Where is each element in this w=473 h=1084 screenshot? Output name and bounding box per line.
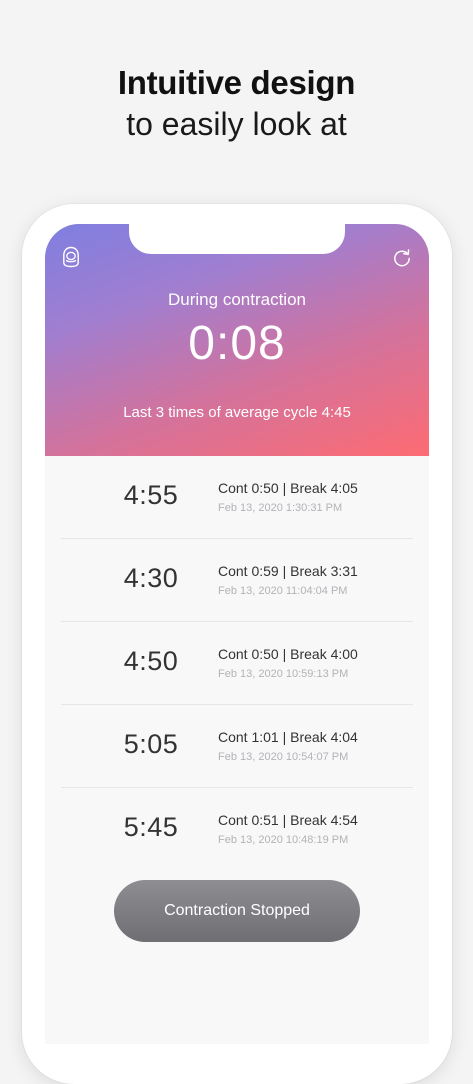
baby-icon[interactable] xyxy=(62,246,80,268)
headline-subtitle: to easily look at xyxy=(126,106,347,142)
app-screen: During contraction 0:08 Last 3 times of … xyxy=(45,224,429,1044)
refresh-icon[interactable] xyxy=(392,248,412,268)
contraction-detail: Cont 0:50 | Break 4:05 xyxy=(218,480,358,496)
phone-notch xyxy=(129,224,345,254)
contraction-detail: Cont 0:59 | Break 3:31 xyxy=(218,563,358,579)
record-timestamp: Feb 13, 2020 1:30:31 PM xyxy=(218,502,343,514)
promo-headline: Intuitive design to easily look at xyxy=(0,62,473,144)
contraction-history-list: 4:55 Cont 0:50 | Break 4:05 Feb 13, 2020… xyxy=(45,456,429,870)
record-timestamp: Feb 13, 2020 10:54:07 PM xyxy=(218,751,349,763)
list-item[interactable]: 4:50 Cont 0:50 | Break 4:00 Feb 13, 2020… xyxy=(61,622,413,705)
record-timestamp: Feb 13, 2020 10:59:13 PM xyxy=(218,668,349,680)
cycle-duration: 4:50 xyxy=(123,646,179,676)
record-timestamp: Feb 13, 2020 10:48:19 PM xyxy=(218,834,349,846)
contraction-detail: Cont 0:51 | Break 4:54 xyxy=(218,812,358,828)
record-timestamp: Feb 13, 2020 11:04:04 PM xyxy=(218,585,348,597)
contraction-detail: Cont 0:50 | Break 4:00 xyxy=(218,646,358,662)
list-item[interactable]: 4:30 Cont 0:59 | Break 3:31 Feb 13, 2020… xyxy=(61,539,413,622)
average-cycle-text: Last 3 times of average cycle 4:45 xyxy=(123,404,351,421)
contraction-detail: Cont 1:01 | Break 4:04 xyxy=(218,729,358,745)
contraction-timer: 0:08 xyxy=(188,317,286,370)
contraction-status-label: During contraction xyxy=(168,290,306,309)
cycle-duration: 4:55 xyxy=(123,480,179,510)
headline-title: Intuitive design xyxy=(117,64,356,101)
list-item[interactable]: 5:05 Cont 1:01 | Break 4:04 Feb 13, 2020… xyxy=(61,705,413,788)
contraction-header: During contraction 0:08 Last 3 times of … xyxy=(45,224,429,456)
list-item[interactable]: 4:55 Cont 0:50 | Break 4:05 Feb 13, 2020… xyxy=(61,456,413,539)
cycle-duration: 4:30 xyxy=(123,563,179,593)
list-item[interactable]: 5:45 Cont 0:51 | Break 4:54 Feb 13, 2020… xyxy=(61,788,413,870)
cycle-duration: 5:45 xyxy=(123,812,179,842)
cycle-duration: 5:05 xyxy=(123,729,179,759)
contraction-stopped-button[interactable]: Contraction Stopped xyxy=(114,880,360,942)
